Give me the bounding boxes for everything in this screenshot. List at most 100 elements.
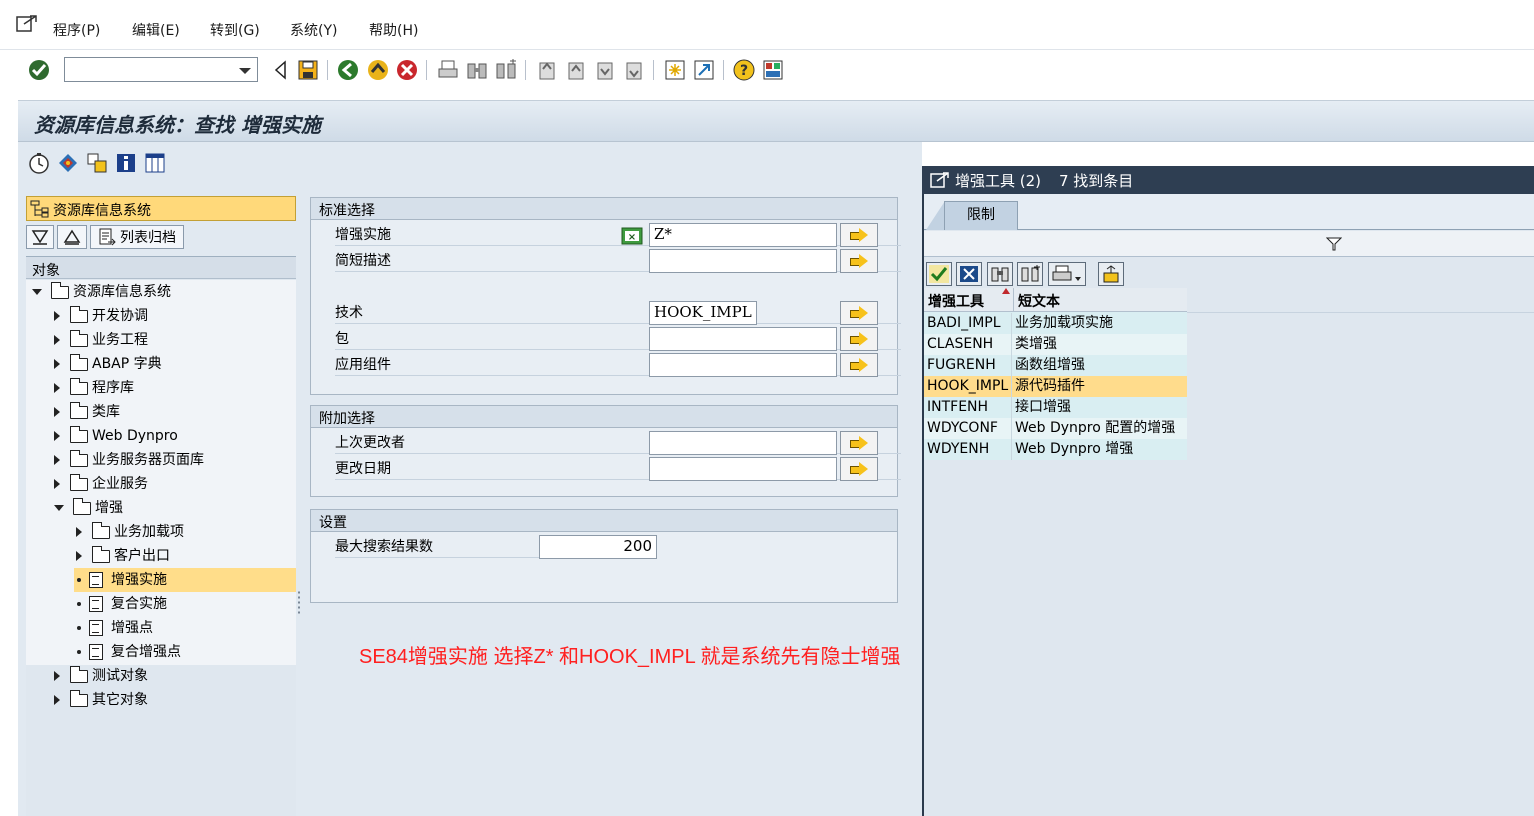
- bullet-icon[interactable]: [77, 602, 81, 606]
- expanded-arrow-icon[interactable]: [54, 505, 64, 511]
- last-changed-by-multiple-button[interactable]: [840, 431, 878, 455]
- popup-cancel-button[interactable]: [956, 262, 982, 286]
- tech-input[interactable]: HOOK_IMPL: [649, 301, 757, 325]
- enter-button[interactable]: [27, 58, 51, 82]
- table-row[interactable]: FUGRENH 函数组增强: [924, 355, 1187, 376]
- short-desc-input[interactable]: [649, 249, 837, 273]
- collapsed-arrow-icon[interactable]: [54, 455, 60, 465]
- back-button[interactable]: [336, 58, 360, 82]
- shortcut-button[interactable]: [692, 58, 716, 82]
- splitter-handle[interactable]: [297, 590, 301, 614]
- last-changed-by-input[interactable]: [649, 431, 837, 455]
- tree-item[interactable]: 开发协调: [54, 304, 148, 328]
- collapsed-arrow-icon[interactable]: [76, 527, 82, 537]
- other-objects-icon[interactable]: [57, 152, 79, 174]
- nav-header[interactable]: 资源库信息系统: [26, 196, 296, 221]
- changed-on-input[interactable]: [649, 457, 837, 481]
- tree-item[interactable]: ABAP 字典: [54, 352, 162, 376]
- collapse-all-button[interactable]: [57, 225, 87, 249]
- enh-impl-multiple-button[interactable]: [840, 223, 878, 247]
- tree-item[interactable]: 增强点: [76, 616, 153, 640]
- list-archive-button[interactable]: 列表归档: [90, 225, 184, 249]
- bullet-icon[interactable]: [77, 650, 81, 654]
- last-page-button[interactable]: [622, 58, 646, 82]
- filter-icon[interactable]: [1326, 237, 1342, 251]
- tree-item[interactable]: Web Dynpro: [54, 424, 178, 448]
- find-button[interactable]: [465, 58, 489, 82]
- short-desc-multiple-button[interactable]: [840, 249, 878, 273]
- collapsed-arrow-icon[interactable]: [54, 311, 60, 321]
- collapsed-arrow-icon[interactable]: [54, 383, 60, 393]
- popup-sort-button[interactable]: [1098, 262, 1124, 286]
- collapsed-arrow-icon[interactable]: [54, 431, 60, 441]
- info-icon[interactable]: [115, 152, 137, 174]
- exit-menu-icon[interactable]: [16, 14, 38, 34]
- new-session-button[interactable]: [663, 58, 687, 82]
- tree-item[interactable]: 复合增强点: [76, 640, 181, 664]
- table-row[interactable]: CLASENH 类增强: [924, 334, 1187, 355]
- tree-item[interactable]: 增强实施: [74, 568, 296, 592]
- environment-icon[interactable]: [86, 152, 108, 174]
- collapsed-arrow-icon[interactable]: [54, 359, 60, 369]
- popup-print-button[interactable]: [1048, 262, 1086, 286]
- package-input[interactable]: [649, 327, 837, 351]
- tree-item[interactable]: 业务加载项: [76, 520, 184, 544]
- menu-program[interactable]: 程序(P): [53, 20, 100, 40]
- tree-item[interactable]: 类库: [54, 400, 120, 424]
- tree-item[interactable]: 客户出口: [76, 544, 170, 568]
- tree-item[interactable]: 程序库: [54, 376, 134, 400]
- menu-edit[interactable]: 编辑(E): [132, 20, 180, 40]
- column-header-tool[interactable]: 增强工具: [924, 288, 1013, 312]
- tree-item[interactable]: 测试对象: [54, 664, 148, 688]
- collapsed-arrow-icon[interactable]: [54, 695, 60, 705]
- collapsed-arrow-icon[interactable]: [54, 335, 60, 345]
- previous-page-button[interactable]: [564, 58, 588, 82]
- popup-find-next-button[interactable]: [1017, 262, 1043, 286]
- popup-find-button[interactable]: [987, 262, 1013, 286]
- collapsed-arrow-icon[interactable]: [54, 479, 60, 489]
- chevron-down-icon[interactable]: [239, 68, 251, 74]
- max-hits-input[interactable]: 200: [539, 535, 657, 559]
- layout-button[interactable]: [761, 58, 785, 82]
- package-multiple-button[interactable]: [840, 327, 878, 351]
- expanded-arrow-icon[interactable]: [32, 289, 42, 295]
- collapse-command-button[interactable]: [268, 58, 292, 82]
- tree-item[interactable]: 业务工程: [54, 328, 148, 352]
- save-button[interactable]: [296, 58, 320, 82]
- first-page-button[interactable]: [535, 58, 559, 82]
- tree-item[interactable]: 企业服务: [54, 472, 148, 496]
- collapsed-arrow-icon[interactable]: [54, 407, 60, 417]
- menu-goto[interactable]: 转到(G): [210, 20, 260, 40]
- app-component-input[interactable]: [649, 353, 837, 377]
- table-row[interactable]: HOOK_IMPL 源代码插件: [924, 376, 1187, 397]
- command-field[interactable]: [64, 57, 258, 82]
- print-button[interactable]: [436, 58, 460, 82]
- app-component-multiple-button[interactable]: [840, 353, 878, 377]
- cancel-button[interactable]: [395, 58, 419, 82]
- table-row[interactable]: INTFENH 接口增强: [924, 397, 1187, 418]
- popup-confirm-button[interactable]: [926, 262, 952, 286]
- next-page-button[interactable]: [593, 58, 617, 82]
- tree-item[interactable]: 其它对象: [54, 688, 148, 712]
- tree-item[interactable]: 资源库信息系统: [32, 280, 171, 304]
- menu-system[interactable]: 系统(Y): [290, 20, 337, 40]
- tree-item[interactable]: 业务服务器页面库: [54, 448, 204, 472]
- changed-on-multiple-button[interactable]: [840, 457, 878, 481]
- tree-item[interactable]: 复合实施: [76, 592, 167, 616]
- columns-icon[interactable]: [144, 152, 166, 174]
- bullet-icon[interactable]: [77, 626, 81, 630]
- find-next-button[interactable]: [494, 58, 518, 82]
- bullet-icon[interactable]: [77, 578, 81, 582]
- table-row[interactable]: BADI_IMPL 业务加载项实施: [924, 313, 1187, 334]
- tree-item[interactable]: 增强: [54, 496, 123, 520]
- selection-option-icon[interactable]: ×: [621, 227, 643, 245]
- help-button[interactable]: ?: [732, 58, 756, 82]
- tab-restrictions[interactable]: 限制: [944, 201, 1018, 230]
- column-header-short-text[interactable]: 短文本: [1013, 288, 1187, 312]
- enh-impl-input[interactable]: Z*: [649, 223, 837, 247]
- exit-button[interactable]: [366, 58, 390, 82]
- collapsed-arrow-icon[interactable]: [54, 671, 60, 681]
- tech-multiple-button[interactable]: [840, 301, 878, 325]
- execute-icon[interactable]: [28, 152, 50, 174]
- table-row[interactable]: WDYCONF Web Dynpro 配置的增强: [924, 418, 1187, 439]
